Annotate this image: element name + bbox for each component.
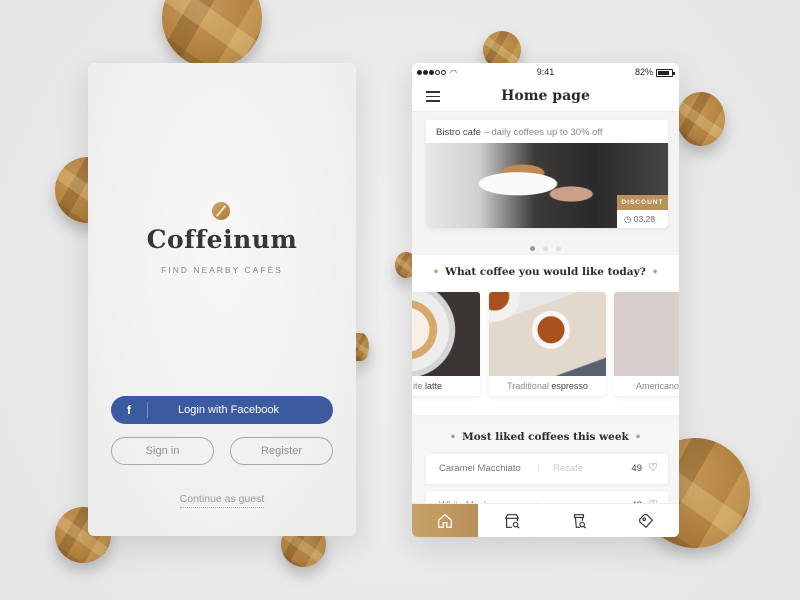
- coffee-card-caption: Traditional espresso: [507, 381, 588, 391]
- coffee-carousel[interactable]: ite latte Traditional espresso Americano: [412, 292, 679, 396]
- nav-bar: Home page: [412, 83, 679, 112]
- tab-deals[interactable]: [612, 504, 679, 537]
- battery-percent: 82%: [634, 67, 653, 77]
- login-facebook-label: Login with Facebook: [178, 404, 279, 416]
- store-search-icon: [504, 513, 520, 529]
- coffee-card-latte[interactable]: ite latte: [412, 292, 480, 396]
- coffee-bean-logo-icon: [212, 202, 230, 220]
- most-liked-title: • Most liked coffees this week •: [449, 431, 642, 443]
- tag-icon: [638, 513, 653, 528]
- discount-timer: ◷ 03.28: [617, 210, 668, 228]
- carousel-dot-2[interactable]: [543, 246, 548, 251]
- coffee-card-americano[interactable]: Americano: [614, 292, 679, 396]
- coffee-name: Caramel Macchiato: [439, 463, 521, 474]
- tab-home[interactable]: [412, 504, 478, 537]
- coffee-bean-decoration: [677, 92, 725, 146]
- continue-as-guest-link[interactable]: Continue as guest: [179, 493, 265, 508]
- status-bar: ◠ 9:41 82%: [412, 63, 679, 83]
- login-screen: Coffeinum FIND NEARBY CAFÉS f Login with…: [88, 63, 356, 536]
- page-title: Home page: [501, 88, 590, 104]
- coffee-choice-section: • What coffee you would like today? • ite …: [412, 255, 679, 415]
- tab-find-coffee[interactable]: [545, 504, 612, 537]
- app-brand-title: Coffeinum: [146, 225, 298, 254]
- coffee-choice-title: • What coffee you would like today? •: [432, 266, 659, 278]
- americano-image: [614, 292, 679, 376]
- bottom-tab-bar: [412, 503, 679, 537]
- discount-label: DISCOUNT: [617, 195, 668, 210]
- promo-text: Bistro cafe – daily coffees up to 30% of…: [436, 127, 603, 138]
- carousel-pagination: [412, 238, 679, 256]
- app-tagline: FIND NEARBY CAFÉS: [161, 265, 283, 275]
- discount-time: 03.28: [633, 214, 656, 224]
- register-button[interactable]: Register: [230, 437, 333, 465]
- most-liked-heading: Most liked coffees this week: [462, 431, 629, 443]
- like-count: 49: [631, 463, 642, 474]
- cafe-name: Recafe: [553, 463, 584, 474]
- discount-badge: DISCOUNT ◷ 03.28: [617, 195, 668, 228]
- tab-find-cafe[interactable]: [478, 504, 545, 537]
- coffee-bean-decoration: [354, 333, 369, 361]
- coffee-bean-decoration: [162, 0, 262, 68]
- home-screen: ◠ 9:41 82% Home page Bistro cafe – daily…: [412, 63, 679, 537]
- promo-description: – daily coffees up to 30% off: [480, 127, 603, 138]
- coffee-card-caption: ite latte: [413, 381, 443, 391]
- facebook-icon: f: [127, 403, 131, 417]
- coffee-choice-heading: What coffee you would like today?: [445, 266, 646, 278]
- cup-search-icon: [573, 513, 586, 529]
- home-icon: [438, 513, 452, 528]
- coffee-card-espresso[interactable]: Traditional espresso: [489, 292, 606, 396]
- divider: |: [537, 462, 540, 473]
- carousel-dot-3[interactable]: [556, 246, 562, 251]
- battery-icon: [656, 69, 675, 77]
- sign-in-button[interactable]: Sign in: [111, 437, 214, 465]
- carousel-dot-1[interactable]: [529, 246, 535, 251]
- espresso-image: [489, 292, 606, 376]
- promo-cafe-name: Bistro cafe: [436, 127, 481, 138]
- login-facebook-button[interactable]: f Login with Facebook: [111, 396, 333, 424]
- coffee-card-caption: Americano: [636, 381, 679, 391]
- continue-as-guest-container: Continue as guest: [88, 493, 356, 508]
- liked-coffee-row[interactable]: Caramel Macchiato | Recafe 49 ♡: [426, 454, 668, 484]
- latte-image: [412, 292, 480, 376]
- clock-icon: ◷: [624, 214, 632, 224]
- promo-card[interactable]: Bistro cafe – daily coffees up to 30% of…: [426, 120, 668, 228]
- heart-icon[interactable]: ♡: [648, 461, 658, 474]
